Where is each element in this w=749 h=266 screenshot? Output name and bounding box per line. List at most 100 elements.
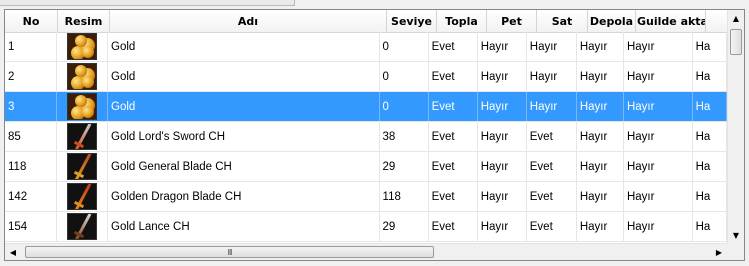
column-header-guilde-aktar[interactable]: Guilde aktar <box>636 10 706 32</box>
cell-level: 29 <box>380 152 429 181</box>
table-row[interactable]: 3 Gold 0 Evet Hayır Hayır Hayır Hayır Ha <box>5 92 727 122</box>
column-header-adi[interactable]: Adı <box>110 10 387 32</box>
cell-sat: Evet <box>527 152 577 181</box>
cell-extra: Ha <box>693 152 727 181</box>
cell-guild: Hayır <box>624 62 693 91</box>
cell-pet: Hayır <box>478 32 527 61</box>
table-row[interactable]: 142 Golden Dragon Blade CH 118 Evet Hayır Eve… <box>5 182 727 212</box>
tab-3[interactable] <box>154 0 295 6</box>
cell-sat: Evet <box>527 182 577 211</box>
cell-name: Gold <box>108 32 380 61</box>
cell-depola: Hayır <box>577 32 624 61</box>
cell-no: 142 <box>5 182 58 211</box>
cell-extra: Ha <box>693 122 727 151</box>
cell-sat: Evet <box>527 212 577 241</box>
cell-name: Gold Lord's Sword CH <box>108 122 380 151</box>
cell-extra: Ha <box>693 62 727 91</box>
sword-icon <box>67 123 97 150</box>
vertical-scroll-thumb[interactable] <box>730 29 742 55</box>
cell-topla: Evet <box>429 32 478 61</box>
cell-pet: Hayır <box>478 182 527 211</box>
column-header-sat[interactable]: Sat <box>537 10 588 32</box>
scrollbar-corner <box>727 243 744 260</box>
cell-pet: Hayır <box>478 152 527 181</box>
item-list-window: No Resim Adı Seviye Topla Pet Sat Depola… <box>0 0 749 266</box>
cell-guild: Hayır <box>624 182 693 211</box>
cell-extra: Ha <box>693 212 727 241</box>
column-header-no[interactable]: No <box>5 10 58 32</box>
cell-resim <box>57 212 108 241</box>
cell-extra: Ha <box>693 32 727 61</box>
cell-resim <box>57 122 108 151</box>
cell-pet: Hayır <box>478 92 527 121</box>
cell-resim <box>57 62 108 91</box>
cell-level: 0 <box>380 92 429 121</box>
cell-sat: Hayır <box>527 92 577 121</box>
cell-topla: Evet <box>429 212 478 241</box>
cell-no: 154 <box>5 212 58 241</box>
cell-resim <box>57 182 108 211</box>
cell-level: 38 <box>380 122 429 151</box>
cell-level: 0 <box>380 32 429 61</box>
column-header-pet[interactable]: Pet <box>487 10 537 32</box>
scroll-down-arrow-icon[interactable]: ▼ <box>728 227 744 243</box>
cell-resim <box>57 32 108 61</box>
table-row[interactable]: 2 Gold 0 Evet Hayır Hayır Hayır Hayır Ha <box>5 62 727 92</box>
scroll-up-arrow-icon[interactable]: ▲ <box>728 10 744 26</box>
horizontal-scrollbar[interactable]: ◀ III ▶ <box>5 243 727 260</box>
cell-name: Gold <box>108 92 380 121</box>
cell-depola: Hayır <box>577 62 624 91</box>
cell-topla: Evet <box>429 122 478 151</box>
scroll-right-arrow-icon[interactable]: ▶ <box>711 244 727 260</box>
table-row[interactable]: 1 Gold 0 Evet Hayır Hayır Hayır Hayır Ha <box>5 32 727 62</box>
cell-level: 29 <box>380 212 429 241</box>
cell-name: Gold <box>108 62 380 91</box>
gold-coins-icon <box>67 93 97 120</box>
items-grid[interactable]: No Resim Adı Seviye Topla Pet Sat Depola… <box>4 9 745 261</box>
table-row[interactable]: 85 Gold Lord's Sword CH 38 Evet Hayır Evet Hay… <box>5 122 727 152</box>
column-header-topla[interactable]: Topla <box>437 10 487 32</box>
cell-no: 2 <box>5 62 58 91</box>
column-header-depola[interactable]: Depola <box>588 10 636 32</box>
cell-no: 3 <box>5 92 58 121</box>
grid-header: No Resim Adı Seviye Topla Pet Sat Depola… <box>5 10 741 33</box>
cell-depola: Hayır <box>577 212 624 241</box>
cell-topla: Evet <box>429 182 478 211</box>
vertical-scrollbar[interactable]: ▲ ▼ <box>727 10 744 243</box>
cell-resim <box>57 92 108 121</box>
column-header-seviye[interactable]: Seviye <box>387 10 437 32</box>
cell-sat: Hayır <box>527 62 577 91</box>
table-row[interactable]: 154 Gold Lance CH 29 Evet Hayır Evet Hayır Hayı… <box>5 212 727 242</box>
tab-2[interactable] <box>110 0 155 6</box>
column-header-resim[interactable]: Resim <box>58 10 110 32</box>
cell-guild: Hayır <box>624 122 693 151</box>
cell-depola: Hayır <box>577 152 624 181</box>
cell-name: Golden Dragon Blade CH <box>108 182 380 211</box>
scroll-left-arrow-icon[interactable]: ◀ <box>5 244 21 260</box>
table-row[interactable]: 118 Gold General Blade CH 29 Evet Hayır Evet H… <box>5 152 727 182</box>
cell-name: Gold Lance CH <box>108 212 380 241</box>
gold-coins-icon <box>67 63 97 90</box>
cell-extra: Ha <box>693 182 727 211</box>
cell-depola: Hayır <box>577 92 624 121</box>
tab-1[interactable] <box>0 0 111 6</box>
cell-level: 0 <box>380 62 429 91</box>
cell-no: 118 <box>5 152 58 181</box>
tab-strip <box>0 0 749 6</box>
cell-depola: Hayır <box>577 122 624 151</box>
cell-topla: Evet <box>429 92 478 121</box>
cell-pet: Hayır <box>478 212 527 241</box>
cell-guild: Hayır <box>624 212 693 241</box>
cell-depola: Hayır <box>577 182 624 211</box>
cell-guild: Hayır <box>624 32 693 61</box>
cell-name: Gold General Blade CH <box>108 152 380 181</box>
grid-rows: 1 Gold 0 Evet Hayır Hayır Hayır Hayır Ha 2 Gold 0 Ev… <box>5 32 727 242</box>
cell-no: 85 <box>5 122 58 151</box>
horizontal-scroll-thumb[interactable]: III <box>25 246 434 258</box>
cell-topla: Evet <box>429 62 478 91</box>
cell-pet: Hayır <box>478 122 527 151</box>
lance-icon <box>67 213 97 240</box>
cell-no: 1 <box>5 32 58 61</box>
blade-icon <box>67 153 97 180</box>
cell-level: 118 <box>380 182 429 211</box>
